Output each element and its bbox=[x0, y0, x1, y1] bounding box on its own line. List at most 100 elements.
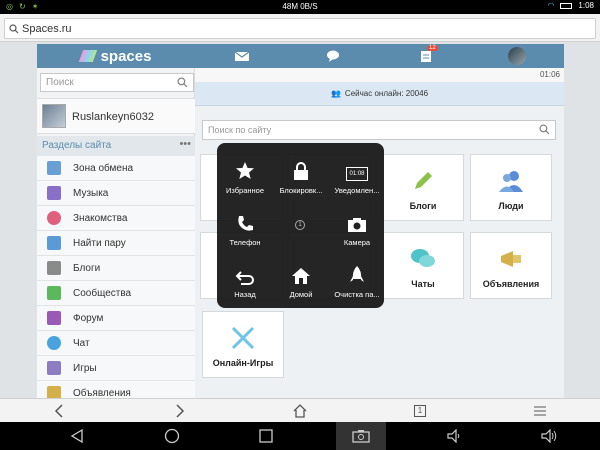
menu-item-label: Музыка bbox=[73, 187, 109, 199]
nav-volume-up-button[interactable] bbox=[541, 427, 559, 445]
couple-heart-icon bbox=[47, 236, 61, 250]
site-logo[interactable]: spaces bbox=[37, 44, 195, 68]
menu-item-label: Игры bbox=[73, 362, 97, 374]
back-label: Назад bbox=[234, 290, 256, 299]
avatar[interactable] bbox=[42, 104, 66, 128]
assistive-touch-menu: Избранное Блокировк... 01:08 Уведомлен..… bbox=[217, 143, 384, 308]
notifications-button[interactable]: 01:08 Уведомлен... bbox=[329, 159, 385, 195]
home-icon bbox=[293, 404, 307, 418]
browser-forward-button[interactable] bbox=[171, 402, 189, 420]
profile-avatar-icon[interactable] bbox=[508, 47, 526, 65]
forum-icon bbox=[47, 311, 61, 325]
clock: 1:08 bbox=[578, 1, 594, 10]
menu-item-label: Блоги bbox=[73, 262, 101, 274]
menu-item-dating[interactable]: Знакомства bbox=[37, 206, 195, 231]
chevron-left-icon bbox=[54, 404, 63, 418]
menu-item-games[interactable]: Игры bbox=[37, 356, 195, 381]
menu-item-label: Чат bbox=[73, 337, 90, 349]
cleanup-button[interactable]: Очистка па... bbox=[329, 263, 385, 299]
menu-item-exchange[interactable]: Зона обмена bbox=[37, 156, 195, 181]
menu-item-forum[interactable]: Форум bbox=[37, 306, 195, 331]
user-profile[interactable]: Ruslankeyn6032 bbox=[37, 98, 195, 134]
lock-button[interactable]: Блокировк... bbox=[273, 159, 329, 195]
screenshot-icon bbox=[352, 430, 370, 443]
menu-item-chat[interactable]: Чат bbox=[37, 331, 195, 356]
mail-icon[interactable] bbox=[234, 48, 250, 64]
menu-item-find-pair[interactable]: Найти пару bbox=[37, 231, 195, 256]
swords-icon bbox=[231, 326, 255, 350]
notifications-icon[interactable]: 12 bbox=[418, 45, 438, 64]
menu-item-ads[interactable]: Объявления bbox=[37, 381, 195, 398]
camera-icon bbox=[348, 218, 366, 232]
search-icon[interactable] bbox=[539, 124, 550, 135]
menu-icon bbox=[534, 406, 546, 416]
network-speed: 48M 0B/S bbox=[282, 2, 318, 11]
ads-icon bbox=[47, 386, 61, 398]
tile-ads[interactable]: Объявления bbox=[470, 232, 552, 299]
tile-label: Объявления bbox=[482, 279, 540, 289]
sidebar-search-placeholder: Поиск bbox=[46, 77, 74, 88]
pen-icon bbox=[47, 261, 61, 275]
menu-item-label: Сообщества bbox=[73, 287, 132, 299]
tab-count: 1 bbox=[417, 406, 423, 415]
nav-screenshot-button[interactable] bbox=[352, 427, 370, 445]
sections-header: Разделы сайта ••• bbox=[37, 136, 195, 156]
cleanup-label: Очистка па... bbox=[334, 290, 380, 299]
tile-label: Онлайн-Игры bbox=[212, 358, 274, 368]
tile-chats[interactable]: Чаты bbox=[382, 232, 464, 299]
tile-online-games[interactable]: Онлайн-Игры bbox=[202, 311, 284, 378]
home-button[interactable]: Домой bbox=[273, 263, 329, 299]
browser-back-button[interactable] bbox=[50, 402, 68, 420]
menu-item-label: Зона обмена bbox=[73, 162, 134, 174]
status-bar: ◎ ↻ ✶ 48M 0B/S ◠ 1:08 bbox=[0, 0, 600, 14]
notification-icon: 01:08 bbox=[346, 167, 368, 181]
menu-item-label: Знакомства bbox=[73, 212, 128, 224]
sidebar: Поиск Ruslankeyn6032 Разделы сайта ••• З… bbox=[37, 68, 195, 398]
megaphone-icon bbox=[501, 251, 521, 267]
section-menu: Зона обмена Музыка Знакомства Найти пару… bbox=[37, 156, 195, 398]
camera-label: Камера bbox=[343, 238, 371, 247]
heart-icon bbox=[47, 211, 61, 225]
search-icon bbox=[9, 23, 19, 33]
more-icon[interactable]: ••• bbox=[179, 138, 191, 150]
pen-icon bbox=[415, 172, 432, 189]
camera-button[interactable]: Камера bbox=[329, 211, 385, 247]
logo-text: spaces bbox=[100, 47, 152, 65]
home-circle-icon bbox=[164, 428, 180, 444]
menu-item-blogs[interactable]: Блоги bbox=[37, 256, 195, 281]
back-button[interactable]: Назад bbox=[217, 263, 273, 299]
volume-down-icon bbox=[447, 429, 460, 443]
people-icon: 👥 bbox=[330, 89, 341, 98]
tile-people[interactable]: Люди bbox=[470, 154, 552, 221]
site-clock: 01:06 bbox=[539, 70, 560, 79]
home-label: Домой bbox=[289, 290, 313, 299]
favorites-button[interactable]: Избранное bbox=[217, 159, 273, 195]
nav-volume-down-button[interactable] bbox=[446, 427, 464, 445]
notification-badge: 12 bbox=[427, 45, 438, 51]
browser-menu-button[interactable] bbox=[531, 402, 549, 420]
username[interactable]: Ruslankeyn6032 bbox=[72, 111, 154, 123]
tile-blogs[interactable]: Блоги bbox=[382, 154, 464, 221]
nav-recents-button[interactable] bbox=[257, 427, 275, 445]
search-icon[interactable] bbox=[177, 77, 188, 88]
url-text: Spaces.ru bbox=[22, 22, 72, 35]
online-counter[interactable]: 👥 Сейчас онлайн: 20046 bbox=[195, 82, 564, 106]
wifi-icon: ◠ bbox=[547, 1, 555, 10]
phone-label: Телефон bbox=[229, 238, 261, 247]
menu-item-communities[interactable]: Сообщества bbox=[37, 281, 195, 306]
url-input[interactable]: Spaces.ru bbox=[4, 18, 596, 39]
nav-back-button[interactable] bbox=[68, 427, 86, 445]
browser-tabs-button[interactable]: 1 bbox=[411, 402, 429, 420]
rocket-icon bbox=[350, 266, 364, 282]
chat-bubbles-icon[interactable] bbox=[326, 48, 342, 64]
menu-item-music[interactable]: Музыка bbox=[37, 181, 195, 206]
sidebar-search-input[interactable]: Поиск bbox=[40, 73, 194, 92]
site-search-input[interactable]: Поиск по сайту bbox=[202, 120, 556, 140]
nav-home-button[interactable] bbox=[163, 427, 181, 445]
volume-up-icon bbox=[541, 429, 557, 443]
site-search-placeholder: Поиск по сайту bbox=[208, 125, 272, 135]
tile-label: Блоги bbox=[409, 201, 437, 211]
browser-home-button[interactable] bbox=[291, 402, 309, 420]
logo-mark-icon bbox=[78, 50, 97, 62]
phone-button[interactable]: Телефон bbox=[217, 211, 273, 247]
